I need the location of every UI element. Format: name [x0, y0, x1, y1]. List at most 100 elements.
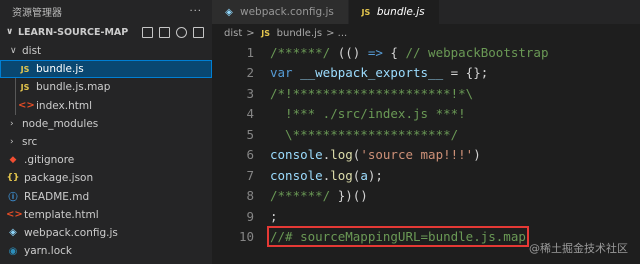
- tree-item-bundle-js[interactable]: JS bundle.js: [0, 60, 212, 79]
- project-root[interactable]: ∨ LEARN-SOURCE-MAP: [0, 22, 212, 42]
- code-token: !*** ./src/index.js ***!: [270, 106, 466, 122]
- explorer-sidebar: 资源管理器 ··· ∨ LEARN-SOURCE-MAP ∨ dist JS b…: [0, 0, 212, 264]
- code-text: /******/ (() => { // webpackBootstrap: [270, 45, 548, 60]
- code-editor[interactable]: 1 /******/ (() => { // webpackBootstrap 2 v…: [212, 42, 640, 248]
- indent-guide: [15, 96, 16, 115]
- markdown-file-icon: ⓘ: [8, 193, 18, 204]
- tree-item-label: src: [22, 136, 38, 149]
- tree-item-src[interactable]: › src: [0, 133, 212, 151]
- tab-label: bundle.js: [376, 6, 425, 18]
- more-actions-icon[interactable]: ···: [189, 6, 202, 17]
- line-number: 9: [246, 208, 254, 224]
- tree-item-readme[interactable]: ⓘ README.md: [0, 188, 212, 206]
- tree-item-label: README.md: [24, 190, 90, 203]
- tree-item-webpack-config[interactable]: ◈ webpack.config.js: [0, 224, 212, 242]
- highlighted-code: //# sourceMappingURL=bundle.js.map: [267, 226, 529, 248]
- code-text: \*********************/: [270, 127, 458, 142]
- line-number: 4: [246, 106, 254, 122]
- tree-item-yarn-lock[interactable]: ◉ yarn.lock: [0, 242, 212, 260]
- code-text: !*** ./src/index.js ***!: [270, 106, 466, 121]
- code-text: var __webpack_exports__ = {};: [270, 65, 488, 80]
- code-token: ((): [337, 44, 368, 60]
- editor-area: ◈ webpack.config.js JS bundle.js dist > …: [212, 0, 640, 264]
- tree-item-label: bundle.js: [36, 63, 84, 76]
- code-line[interactable]: 8 /******/ })(): [212, 186, 640, 207]
- code-token: ): [473, 147, 481, 163]
- code-line[interactable]: 9;: [212, 206, 640, 227]
- new-file-icon[interactable]: [142, 26, 153, 38]
- tree-item-label: bundle.js.map: [36, 81, 111, 94]
- code-token: 'source map!!!': [360, 147, 474, 163]
- code-token: console: [270, 147, 323, 163]
- tree-item-template-html[interactable]: <> template.html: [0, 206, 212, 224]
- line-number: 1: [246, 44, 254, 60]
- explorer-header: 资源管理器 ···: [0, 0, 212, 22]
- line-number: 2: [246, 65, 254, 81]
- breadcrumb-separator: >: [246, 27, 255, 39]
- code-line[interactable]: 2 var __webpack_exports__ = {};: [212, 63, 640, 84]
- tree-item-node-modules[interactable]: › node_modules: [0, 115, 212, 133]
- code-text: ;: [270, 209, 278, 224]
- tree-item-label: dist: [22, 45, 42, 58]
- tab-label: webpack.config.js: [240, 6, 334, 18]
- code-line[interactable]: 6 console.log('source map!!!'): [212, 145, 640, 166]
- tree-item-label: node_modules: [22, 117, 99, 130]
- tree-item-index-html[interactable]: <> index.html: [0, 96, 212, 115]
- tree-item-label: index.html: [36, 99, 92, 112]
- indent-guide: [15, 78, 16, 97]
- code-token: ;: [270, 208, 278, 224]
- code-token: })(): [337, 188, 368, 204]
- code-token: = {};: [443, 65, 489, 81]
- code-text: /******/ })(): [270, 188, 368, 203]
- code-line[interactable]: 1 /******/ (() => { // webpackBootstrap: [212, 42, 640, 63]
- code-token: //# sourceMappingURL=bundle.js.map: [270, 229, 526, 245]
- collapse-all-icon[interactable]: [193, 26, 204, 38]
- breadcrumb-folder[interactable]: dist: [224, 28, 242, 39]
- tree-item-label: webpack.config.js: [24, 226, 118, 239]
- webpack-icon: ◈: [9, 227, 17, 239]
- chevron-right-icon: ›: [10, 137, 14, 148]
- code-token: log: [330, 147, 353, 163]
- watermark: @稀土掘金技术社区: [529, 242, 628, 255]
- code-line[interactable]: 4 !*** ./src/index.js ***!: [212, 104, 640, 125]
- tree-item-dist[interactable]: ∨ dist: [0, 42, 212, 60]
- tree-item-bundle-js-map[interactable]: JS bundle.js.map: [0, 78, 212, 97]
- json-file-icon: {}: [6, 173, 20, 184]
- html-file-icon: <>: [6, 209, 23, 221]
- explorer-title: 资源管理器: [12, 7, 62, 19]
- tree-item-label: .gitignore: [24, 154, 75, 167]
- line-number: 5: [246, 126, 254, 142]
- line-number: 6: [246, 147, 254, 163]
- js-file-icon: JS: [261, 28, 271, 38]
- tab-webpack-config[interactable]: ◈ webpack.config.js: [212, 0, 349, 24]
- file-tree: ∨ dist JS bundle.js JS bundle.js.map <> …: [0, 42, 212, 260]
- tree-item-gitignore[interactable]: ◆ .gitignore: [0, 151, 212, 169]
- line-number: 8: [246, 188, 254, 204]
- breadcrumb: dist > JS bundle.js > ...: [212, 24, 640, 42]
- js-file-icon: JS: [361, 7, 371, 17]
- code-line[interactable]: 3 /*!*********************!*\: [212, 83, 640, 104]
- new-folder-icon[interactable]: [159, 26, 170, 38]
- code-line[interactable]: 7 console.log(a);: [212, 165, 640, 186]
- code-token: \*********************/: [270, 126, 459, 142]
- project-name: LEARN-SOURCE-MAP: [18, 26, 129, 38]
- code-text: /*!*********************!*\: [270, 86, 473, 101]
- git-icon: ◆: [9, 155, 17, 166]
- chevron-right-icon: ›: [10, 118, 14, 129]
- tree-item-label: template.html: [24, 208, 99, 221]
- line-number: 3: [246, 85, 254, 101]
- tree-item-package-json[interactable]: {} package.json: [0, 169, 212, 187]
- chevron-down-icon: ∨: [10, 46, 17, 57]
- code-text: console.log(a);: [270, 168, 383, 183]
- code-token: // webpackBootstrap: [405, 44, 549, 60]
- code-token: /******/: [270, 44, 338, 60]
- code-line[interactable]: 5 \*********************/: [212, 124, 640, 145]
- line-number: 7: [246, 167, 254, 183]
- refresh-icon[interactable]: [176, 26, 187, 38]
- code-token: {: [382, 44, 406, 60]
- webpack-icon: ◈: [225, 6, 233, 18]
- tab-bundle-js[interactable]: JS bundle.js: [348, 0, 440, 24]
- breadcrumb-more[interactable]: > ...: [326, 28, 347, 39]
- breadcrumb-file[interactable]: bundle.js: [277, 28, 322, 39]
